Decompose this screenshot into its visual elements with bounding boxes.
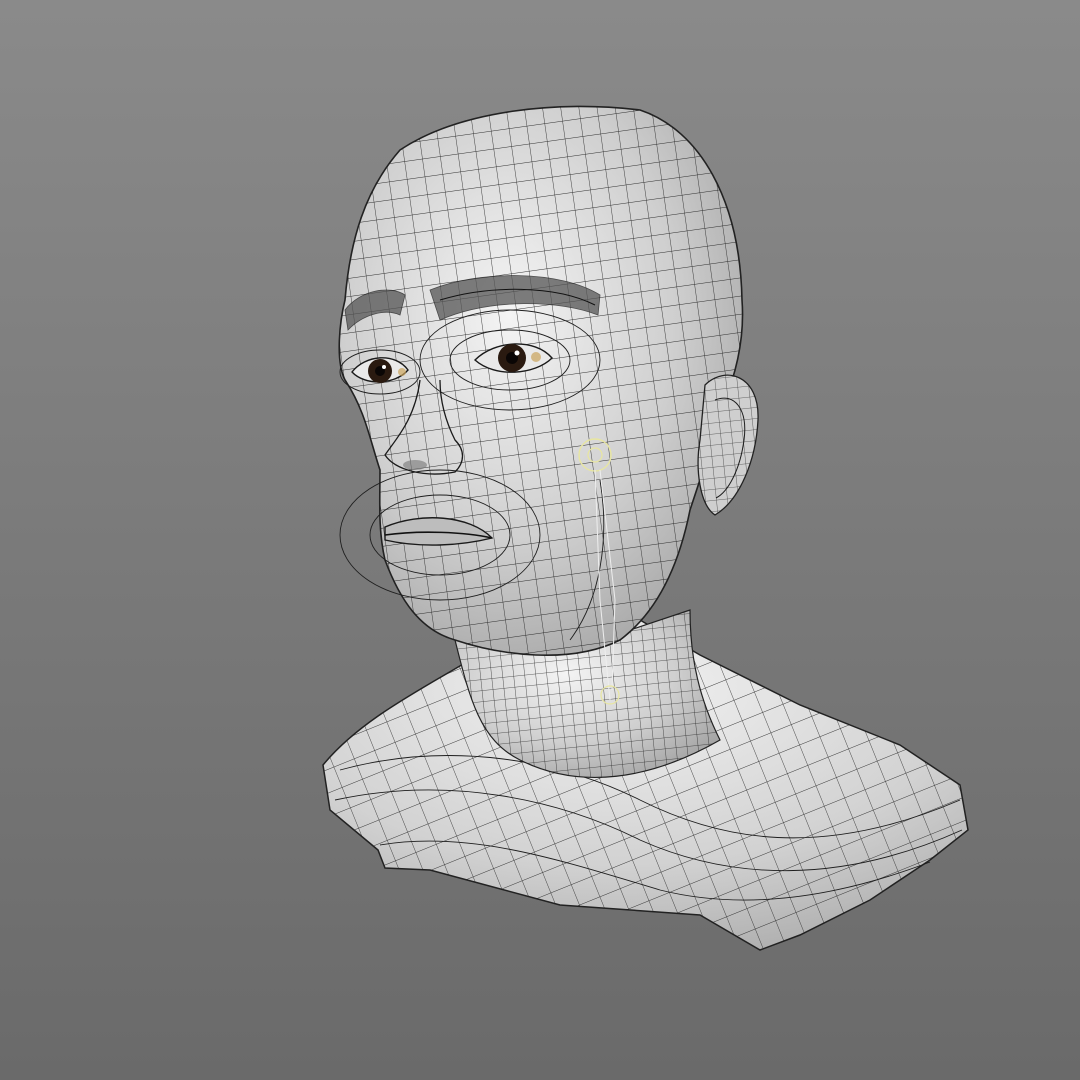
ear-mesh[interactable]: [697, 374, 759, 516]
model-render: [322, 105, 969, 951]
head-mesh[interactable]: [338, 105, 744, 657]
3d-viewport[interactable]: [0, 0, 1080, 1080]
